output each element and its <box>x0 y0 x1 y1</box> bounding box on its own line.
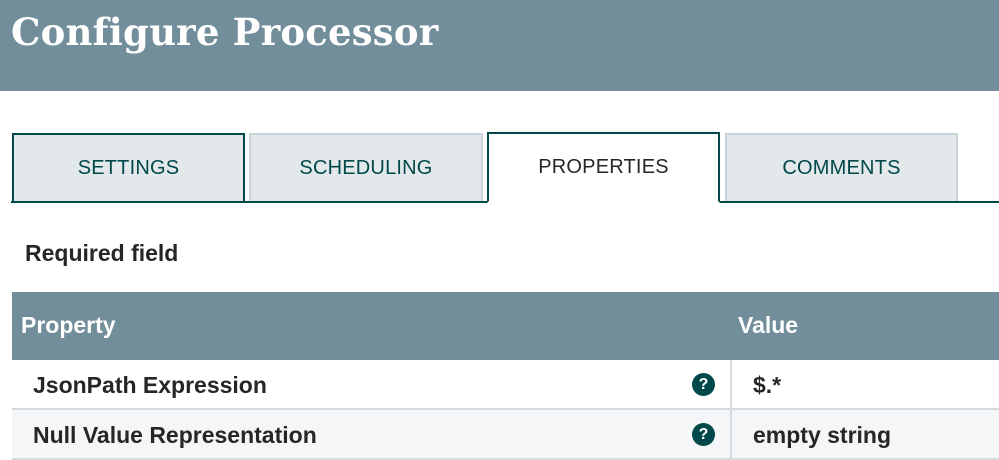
tab-bar: SETTINGS SCHEDULING PROPERTIES COMMENTS <box>0 132 999 204</box>
property-name: Null Value Representation <box>33 422 317 448</box>
property-value[interactable]: $.* <box>753 372 781 399</box>
table-header: Property Value <box>12 292 999 360</box>
property-value[interactable]: empty string <box>753 422 891 449</box>
tab-comments[interactable]: COMMENTS <box>725 133 958 201</box>
tab-scheduling[interactable]: SCHEDULING <box>249 133 483 201</box>
column-header-value[interactable]: Value <box>738 312 798 339</box>
required-field-label: Required field <box>25 240 179 266</box>
column-divider <box>730 360 732 408</box>
table-row[interactable]: JsonPath Expression ? $.* <box>12 360 999 410</box>
dialog-title: Configure Processor <box>11 10 439 54</box>
column-header-property[interactable]: Property <box>21 312 116 339</box>
question-circle-icon[interactable]: ? <box>692 423 715 446</box>
tab-properties[interactable]: PROPERTIES <box>487 132 720 203</box>
table-row[interactable]: Null Value Representation ? empty string <box>12 410 999 460</box>
question-circle-icon[interactable]: ? <box>692 373 715 396</box>
property-name: JsonPath Expression <box>33 372 267 398</box>
tab-settings[interactable]: SETTINGS <box>12 133 245 201</box>
dialog-header: Configure Processor <box>0 0 999 91</box>
properties-table: Property Value JsonPath Expression ? $.*… <box>12 292 999 460</box>
column-divider <box>730 410 732 458</box>
